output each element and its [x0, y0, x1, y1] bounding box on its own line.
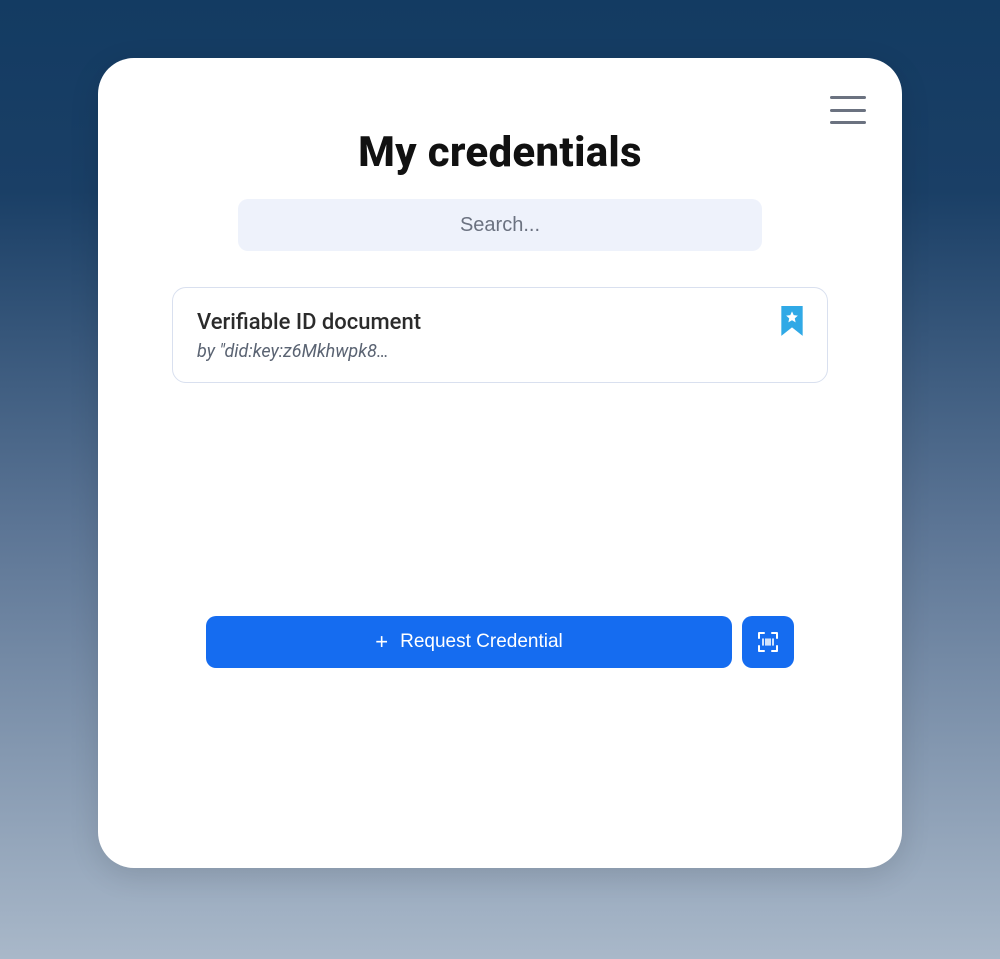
menu-icon[interactable]	[830, 96, 866, 124]
request-credential-button[interactable]: + Request Credential	[206, 616, 732, 668]
credential-list: Verifiable ID document by "did:key:z6Mkh…	[98, 287, 902, 383]
app-card: My credentials Verifiable ID document by…	[98, 58, 902, 868]
bookmark-star-icon[interactable]	[779, 306, 805, 338]
request-credential-label: Request Credential	[400, 631, 563, 653]
scan-button[interactable]	[742, 616, 794, 668]
credential-issuer: by "did:key:z6Mkhwpk8…	[197, 341, 803, 362]
scan-barcode-icon	[756, 630, 780, 654]
action-bar: + Request Credential	[98, 616, 902, 668]
credential-title: Verifiable ID document	[197, 310, 803, 335]
search-input[interactable]	[238, 199, 762, 251]
page-title: My credentials	[98, 128, 902, 177]
credential-card[interactable]: Verifiable ID document by "did:key:z6Mkh…	[172, 287, 828, 383]
plus-icon: +	[375, 631, 388, 653]
